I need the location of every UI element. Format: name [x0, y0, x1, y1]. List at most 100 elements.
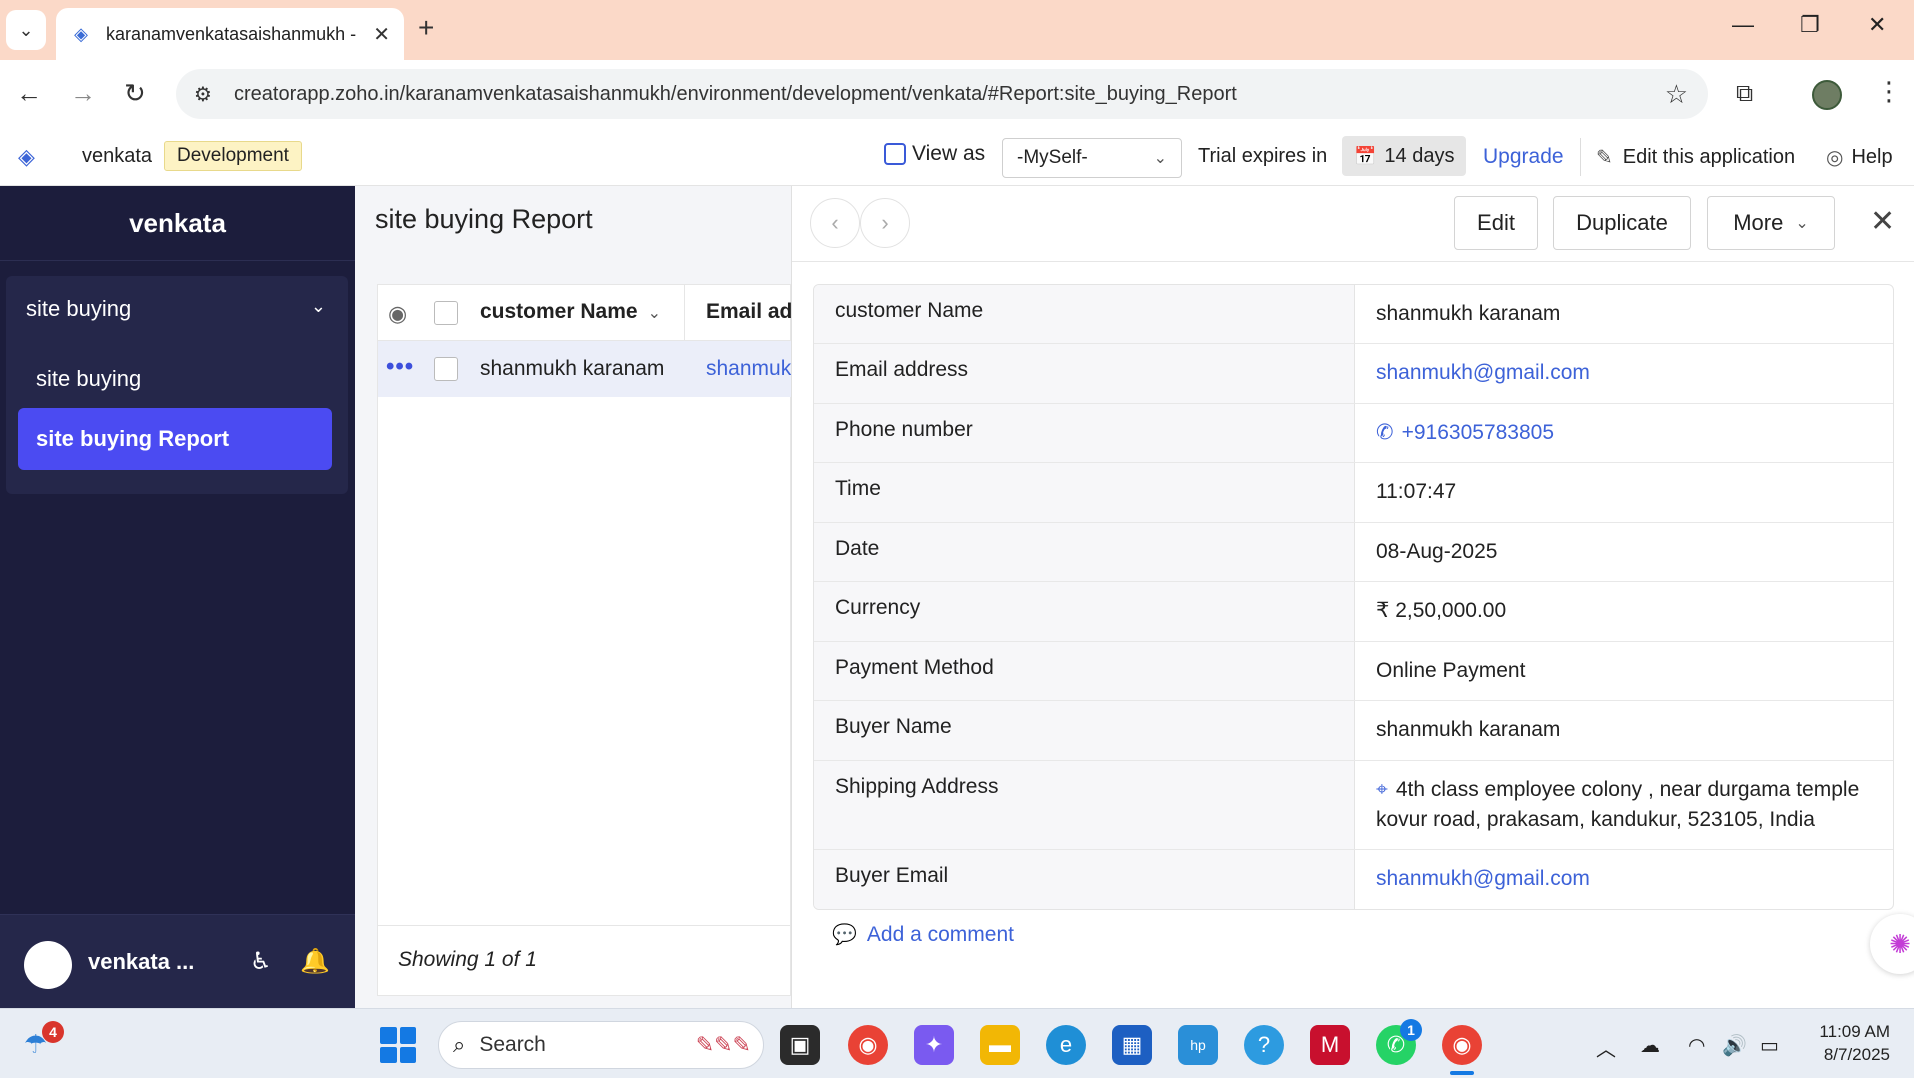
- sidebar-item-site-buying[interactable]: site buying: [18, 348, 332, 410]
- reload-icon[interactable]: ↻: [124, 78, 146, 109]
- record-detail-panel: ‹ › Edit Duplicate More ⌄ ✕ customer Name…: [791, 186, 1914, 1008]
- record-count: Showing 1 of 1: [398, 948, 537, 971]
- new-tab-icon[interactable]: +: [418, 12, 434, 44]
- zia-assistant-icon[interactable]: ✺: [1870, 914, 1914, 974]
- phone-value: +916305783805: [1401, 420, 1555, 444]
- bookmark-star-icon[interactable]: ☆: [1665, 79, 1688, 110]
- chevron-down-icon: ⌄: [647, 305, 661, 322]
- previous-record-icon[interactable]: ‹: [810, 198, 860, 248]
- battery-icon[interactable]: ▭: [1760, 1033, 1779, 1058]
- taskbar-clock[interactable]: 11:09 AM 8/7/2025: [1810, 1021, 1890, 1067]
- mcafee-icon[interactable]: M: [1310, 1025, 1350, 1065]
- edge-icon[interactable]: e: [1046, 1025, 1086, 1065]
- sidebar: venkata site buying ⌄ site buying site b…: [0, 186, 355, 1008]
- chrome-active-icon[interactable]: ◉: [1442, 1025, 1482, 1065]
- trial-days: 14 days: [1384, 144, 1455, 167]
- view-as-icon: [884, 143, 906, 165]
- duplicate-button[interactable]: Duplicate: [1553, 196, 1691, 250]
- field-label: Phone number: [814, 403, 1355, 463]
- field-row: Currency ₹ 2,50,000.00: [814, 582, 1893, 642]
- copilot-icon[interactable]: ✦: [914, 1025, 954, 1065]
- row-checkbox[interactable]: [434, 357, 458, 381]
- trial-days-badge: 📅 14 days: [1342, 136, 1467, 176]
- browser-menu-icon[interactable]: ⋮: [1876, 76, 1902, 107]
- upgrade-link[interactable]: Upgrade: [1483, 145, 1564, 169]
- accessibility-icon[interactable]: ♿: [250, 947, 272, 976]
- add-comment-link[interactable]: 💬 Add a comment: [832, 922, 1014, 947]
- close-tab-icon[interactable]: ✕: [373, 22, 390, 47]
- browser-tab[interactable]: ◈ karanamvenkatasaishanmukh - ✕: [56, 8, 404, 60]
- address-bar[interactable]: ⚙ creatorapp.zoho.in/karanamvenkatasaish…: [176, 69, 1708, 119]
- cell-customer-name: shanmukh karanam: [480, 357, 665, 380]
- chevron-down-icon: ⌄: [1153, 150, 1167, 167]
- start-button[interactable]: [380, 1027, 416, 1063]
- field-row: Buyer Name shanmukh karanam: [814, 701, 1893, 761]
- column-header-customer-name[interactable]: customer Name ⌄: [480, 300, 661, 324]
- calendar-icon: 📅: [1354, 145, 1377, 166]
- field-label: Buyer Name: [814, 701, 1355, 760]
- grid-footer: Showing 1 of 1: [378, 925, 792, 997]
- tab-search-button[interactable]: ⌄: [6, 10, 46, 50]
- sidebar-section-header[interactable]: site buying: [26, 296, 131, 322]
- zoho-favicon-icon: ◈: [74, 23, 88, 44]
- help-button[interactable]: ◎ Help: [1826, 145, 1893, 170]
- forward-icon[interactable]: →: [70, 78, 96, 109]
- user-name[interactable]: venkata ...: [88, 949, 194, 975]
- task-view-icon[interactable]: ▣: [780, 1025, 820, 1065]
- edit-application-label: Edit this application: [1622, 146, 1796, 168]
- store-icon[interactable]: ▦: [1112, 1025, 1152, 1065]
- taskbar-search[interactable]: ⌕ Search ✎✎✎: [438, 1021, 764, 1069]
- zoho-creator-logo-icon[interactable]: ◈: [18, 144, 46, 172]
- environment-badge[interactable]: Development: [164, 141, 302, 171]
- app-name[interactable]: venkata: [82, 145, 152, 168]
- help-app-icon[interactable]: ?: [1244, 1025, 1284, 1065]
- back-icon[interactable]: ←: [16, 78, 42, 109]
- field-label: Email address: [814, 344, 1355, 403]
- table-row[interactable]: ••• shanmukh karanam shanmuk: [378, 341, 792, 397]
- sidebar-item-site-buying-report[interactable]: site buying Report: [18, 408, 332, 470]
- chevron-down-icon[interactable]: ⌄: [311, 296, 326, 317]
- edit-application-button[interactable]: ✎ Edit this application: [1596, 145, 1795, 170]
- comment-icon: 💬: [832, 924, 857, 946]
- trial-text: Trial expires in: [1198, 145, 1328, 167]
- file-explorer-icon[interactable]: ▬: [980, 1025, 1020, 1065]
- chrome-icon[interactable]: ◉: [848, 1025, 888, 1065]
- chevron-down-icon: ⌄: [1795, 215, 1809, 232]
- view-as-select[interactable]: -MySelf- ⌄: [1002, 138, 1182, 178]
- wifi-icon[interactable]: ◠: [1688, 1033, 1705, 1058]
- extensions-icon[interactable]: ⧉: [1736, 80, 1753, 108]
- myhp-icon[interactable]: hp: [1178, 1025, 1218, 1065]
- field-row: Payment Method Online Payment: [814, 641, 1893, 702]
- onedrive-icon[interactable]: ☁: [1640, 1033, 1660, 1058]
- profile-avatar[interactable]: [1812, 80, 1842, 110]
- site-info-icon[interactable]: ⚙: [190, 81, 216, 107]
- next-record-icon[interactable]: ›: [860, 198, 910, 248]
- minimize-icon[interactable]: —: [1732, 12, 1754, 38]
- bell-icon[interactable]: 🔔: [300, 947, 330, 976]
- close-icon[interactable]: ✕: [1870, 204, 1895, 239]
- eye-icon[interactable]: ◉: [388, 301, 407, 327]
- view-as-value: -MySelf-: [1017, 147, 1088, 168]
- clock-date: 8/7/2025: [1823, 1044, 1890, 1064]
- close-window-icon[interactable]: ✕: [1868, 12, 1886, 38]
- phone-link[interactable]: ✆ +916305783805: [1355, 404, 1893, 462]
- edit-button[interactable]: Edit: [1454, 196, 1538, 250]
- restore-icon[interactable]: ❐: [1800, 12, 1820, 38]
- volume-icon[interactable]: 🔊: [1722, 1033, 1747, 1058]
- browser-toolbar: ← → ↻ ⚙ creatorapp.zoho.in/karanamvenkat…: [0, 60, 1914, 128]
- field-value: ₹ 2,50,000.00: [1376, 599, 1507, 623]
- email-link[interactable]: shanmukh@gmail.com: [1355, 344, 1893, 402]
- more-button[interactable]: More ⌄: [1707, 196, 1835, 250]
- user-avatar[interactable]: [24, 941, 72, 989]
- email-link[interactable]: shanmukh@gmail.com: [1355, 850, 1893, 908]
- cell-email[interactable]: shanmuk: [706, 357, 791, 381]
- select-all-checkbox[interactable]: [434, 301, 458, 325]
- row-actions-icon[interactable]: •••: [386, 353, 414, 381]
- field-label: Date: [814, 522, 1355, 582]
- column-header-email[interactable]: Email ad: [706, 300, 792, 324]
- field-label: Buyer Email: [814, 850, 1355, 909]
- field-label: Shipping Address: [814, 760, 1355, 850]
- weather-badge: 4: [42, 1021, 64, 1043]
- tray-chevron-icon[interactable]: ︿: [1596, 1033, 1616, 1062]
- field-row: customer Name shanmukh karanam: [814, 285, 1893, 345]
